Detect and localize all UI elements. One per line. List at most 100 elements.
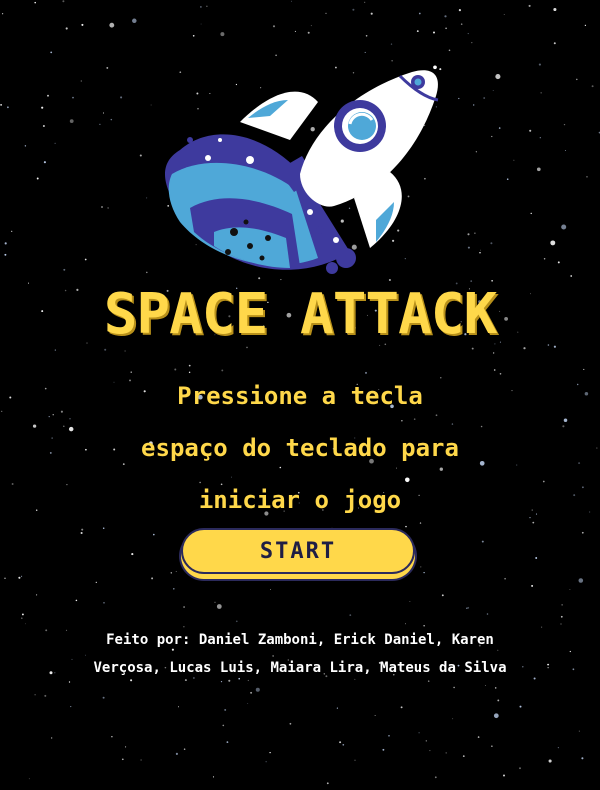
star (18, 576, 21, 579)
star (140, 759, 142, 761)
star (289, 722, 292, 725)
star (70, 706, 72, 708)
star (445, 27, 447, 30)
star (24, 145, 27, 147)
star (124, 350, 126, 352)
star (25, 623, 26, 625)
star (529, 129, 532, 132)
star (342, 743, 345, 746)
star (44, 694, 47, 697)
star (494, 687, 497, 689)
star (235, 620, 238, 623)
star (471, 347, 474, 350)
star (62, 0, 65, 3)
star (492, 90, 494, 91)
star (255, 687, 260, 692)
star (4, 242, 7, 245)
star (216, 604, 222, 609)
star (1, 13, 4, 15)
star (42, 124, 45, 128)
instructions-line: espaço do teclado para (141, 434, 459, 462)
star (409, 600, 411, 602)
star (528, 4, 531, 7)
instructions-line: iniciar o jogo (198, 486, 402, 514)
star (183, 606, 186, 608)
star (304, 579, 306, 581)
star (103, 602, 105, 604)
star (102, 696, 105, 699)
star (458, 9, 461, 12)
star (519, 705, 522, 708)
star (102, 527, 105, 529)
star (50, 51, 53, 54)
star (214, 601, 216, 603)
star (290, 0, 293, 2)
star (581, 757, 584, 760)
star (425, 740, 427, 742)
star (111, 735, 113, 738)
star (132, 18, 137, 24)
star (131, 553, 134, 556)
star (294, 30, 296, 32)
star (481, 540, 484, 543)
star (483, 97, 486, 99)
star (467, 33, 469, 35)
star (405, 623, 406, 625)
star (466, 607, 468, 609)
star (418, 12, 421, 15)
star (146, 197, 148, 199)
star (591, 85, 594, 88)
star (382, 748, 385, 751)
star (364, 1, 366, 3)
star (188, 364, 191, 367)
star (467, 246, 470, 249)
star (569, 589, 571, 590)
star (553, 7, 557, 12)
star (586, 176, 588, 178)
star (561, 224, 567, 230)
star (576, 78, 578, 81)
star (578, 462, 581, 465)
star (480, 249, 481, 251)
star (584, 24, 587, 27)
star (354, 759, 356, 761)
star (365, 34, 368, 37)
star (506, 178, 509, 180)
star (72, 96, 74, 99)
star (54, 349, 56, 351)
star (36, 594, 38, 596)
star (370, 12, 373, 15)
star (265, 761, 267, 763)
credits-line: Verçosa, Lucas Luis, Maiara Lira, Mateus… (93, 660, 507, 676)
star (269, 589, 271, 590)
star (95, 581, 97, 584)
star (325, 12, 327, 15)
start-instructions: Pressione a tecla espaço do teclado para… (50, 370, 550, 526)
star (400, 706, 403, 709)
star (247, 703, 249, 705)
star (69, 119, 74, 123)
star (11, 483, 14, 485)
star (175, 752, 178, 755)
star (479, 251, 481, 254)
star (36, 177, 39, 180)
star (21, 617, 23, 619)
star (364, 51, 366, 53)
star (423, 571, 425, 574)
star (563, 123, 566, 126)
star (490, 242, 493, 245)
star (84, 258, 87, 261)
star (222, 724, 225, 727)
star (43, 161, 46, 164)
star (206, 5, 208, 7)
star (418, 732, 420, 734)
star (103, 112, 104, 114)
star (121, 758, 124, 761)
star (473, 104, 475, 106)
star (269, 751, 271, 754)
star (34, 1, 36, 4)
star (513, 159, 515, 161)
start-button[interactable]: START (181, 528, 415, 574)
credits-line: Feito por: Daniel Zamboni, Erick Daniel,… (106, 632, 494, 648)
star (444, 15, 447, 18)
